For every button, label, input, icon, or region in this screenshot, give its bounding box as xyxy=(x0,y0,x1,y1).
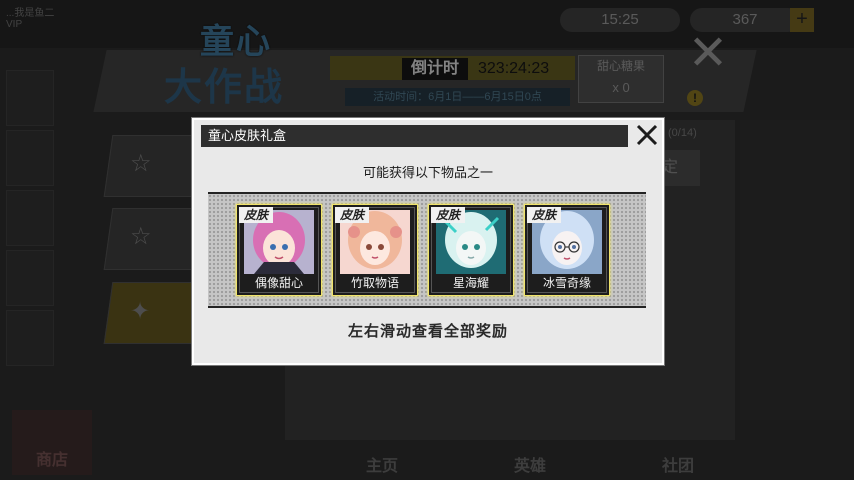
reward-card[interactable]: 皮肤 冰雪奇缘 xyxy=(524,204,610,296)
skin-tag: 皮肤 xyxy=(239,207,273,223)
swipe-hint: 左右滑动查看全部奖励 xyxy=(347,323,508,340)
reward-card[interactable]: 皮肤 星海耀 xyxy=(428,204,514,296)
dialog-header: 童心皮肤礼盒 xyxy=(201,125,628,147)
skin-tag: 皮肤 xyxy=(527,207,561,223)
reward-name: 星海耀 xyxy=(452,276,489,290)
skin-tag: 皮肤 xyxy=(431,207,465,223)
close-icon[interactable] xyxy=(634,122,660,148)
rewards-carousel[interactable]: 皮肤 偶像甜心 皮肤 竹取物语 皮肤 星海耀 皮肤 冰雪奇缘 xyxy=(208,192,646,308)
reward-card[interactable]: 皮肤 竹取物语 xyxy=(332,204,418,296)
skin-giftbox-dialog: 童心皮肤礼盒 可能获得以下物品之一 皮肤 偶像甜心 皮肤 竹取物语 皮肤 星海耀… xyxy=(192,118,664,365)
reward-name: 偶像甜心 xyxy=(254,276,303,290)
dialog-subtitle: 可能获得以下物品之一 xyxy=(362,165,493,180)
reward-name: 竹取物语 xyxy=(350,276,399,290)
dialog-title: 童心皮肤礼盒 xyxy=(208,128,287,143)
reward-card[interactable]: 皮肤 偶像甜心 xyxy=(236,204,322,296)
skin-tag: 皮肤 xyxy=(335,207,369,223)
reward-name: 冰雪奇缘 xyxy=(542,276,591,290)
